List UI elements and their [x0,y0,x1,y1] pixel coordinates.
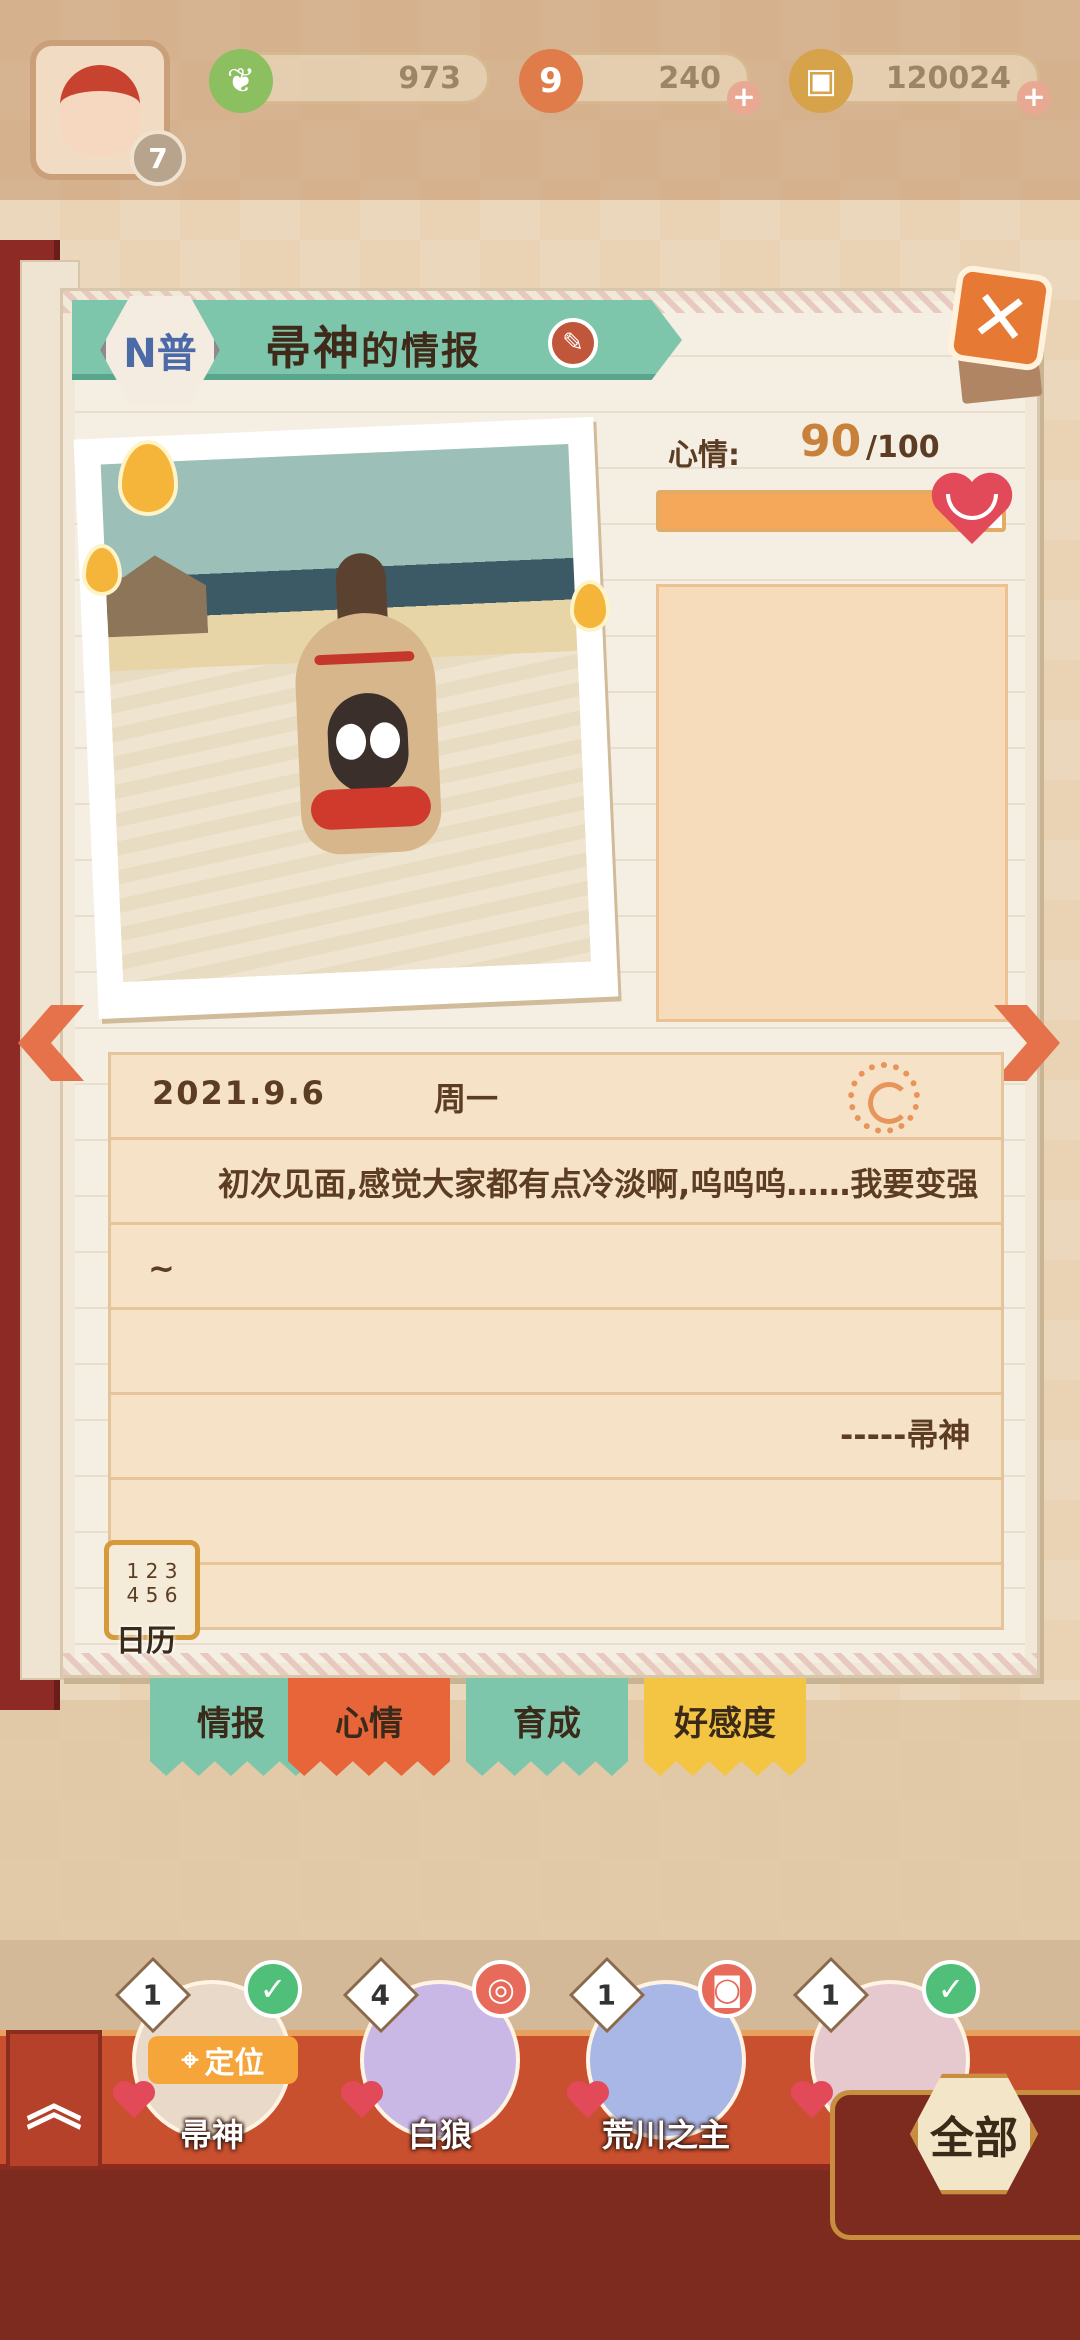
page-title: 帚神的情报 [265,312,481,378]
character-name: 帚神 [179,2116,244,2154]
broom-god-figure [280,550,456,917]
resource-coin-value: 120024 [885,60,1011,96]
calendar-label[interactable]: 日历 [116,1616,176,1660]
jade-leaf-icon: ❦ [209,49,273,113]
tab-training[interactable]: 育成 [466,1678,628,1776]
character-name: 荒川之主 [601,2116,730,2154]
title-suffix: 的情报 [361,329,482,373]
calendar-digits-row2: 4 5 6 [126,1583,178,1607]
tab-mood[interactable]: 心情 [288,1678,450,1776]
mood-value: 90 [800,416,862,467]
player-level-badge: 7 [130,130,186,186]
gift-icon: ◙ [698,1960,756,2018]
photo-scene [100,444,591,982]
level-value: 1 [596,1978,617,2012]
sun-icon [848,1062,920,1134]
expand-up-icon[interactable]: ︽ [6,2030,102,2170]
level-value: 1 [142,1978,163,2012]
tab-info[interactable]: 情报 [150,1678,312,1776]
sticker-panel [656,584,1008,1022]
level-value: 1 [820,1978,841,2012]
diary-page [108,1052,1004,1630]
tab-affection[interactable]: 好感度 [644,1678,806,1776]
resource-jade[interactable]: ❦ 973 [209,49,490,113]
location-pin-icon: ⌖ [181,2042,199,2078]
book-bottom-trim [63,1653,1037,1675]
character-name: 白狼 [407,2116,472,2154]
add-stamina-button[interactable]: + [727,81,761,115]
shikigami-name: 帚神 [265,321,361,375]
level-value: 4 [370,1978,391,2012]
roster-character[interactable]: 4 ◎ 白狼 [340,1956,540,2154]
check-icon: ✓ [244,1960,302,2018]
resource-coin[interactable]: ▣ 120024 + [789,49,1051,115]
locate-button[interactable]: ⌖ 定位 [148,2036,298,2084]
mood-label: 心情: [668,438,740,473]
resource-stamina-value: 240 [658,60,721,96]
check-icon: ✓ [922,1960,980,2018]
mood-max: /100 [866,430,940,465]
avatar-face [60,65,140,155]
figure-ribbon [310,785,432,831]
calendar-digits-row1: 1 2 3 [126,1559,178,1583]
resource-jade-value: 973 [398,60,461,96]
coin-icon: ▣ [789,49,853,113]
add-coin-button[interactable]: + [1017,81,1051,115]
diary-weekday: 周一 [434,1080,499,1118]
resource-stamina[interactable]: 9 240 + [519,49,761,115]
close-icon[interactable]: ✕ [945,263,1055,373]
stamina-icon: 9 [519,49,583,113]
diary-text: 初次见面,感觉大家都有点冷淡啊,呜呜呜……我要变强~ [148,1165,979,1287]
edit-pencil-icon[interactable]: ✎ [548,318,598,368]
diary-signature: -----帚神 [840,1416,971,1454]
mood-bar-fill [660,494,968,528]
shopping-bag-icon: ◎ [472,1960,530,2018]
roster-character[interactable]: 1 ◙ 荒川之主 [566,1956,766,2154]
diary-date: 2021.9.6 [152,1074,326,1112]
locate-label: 定位 [204,2046,265,2081]
